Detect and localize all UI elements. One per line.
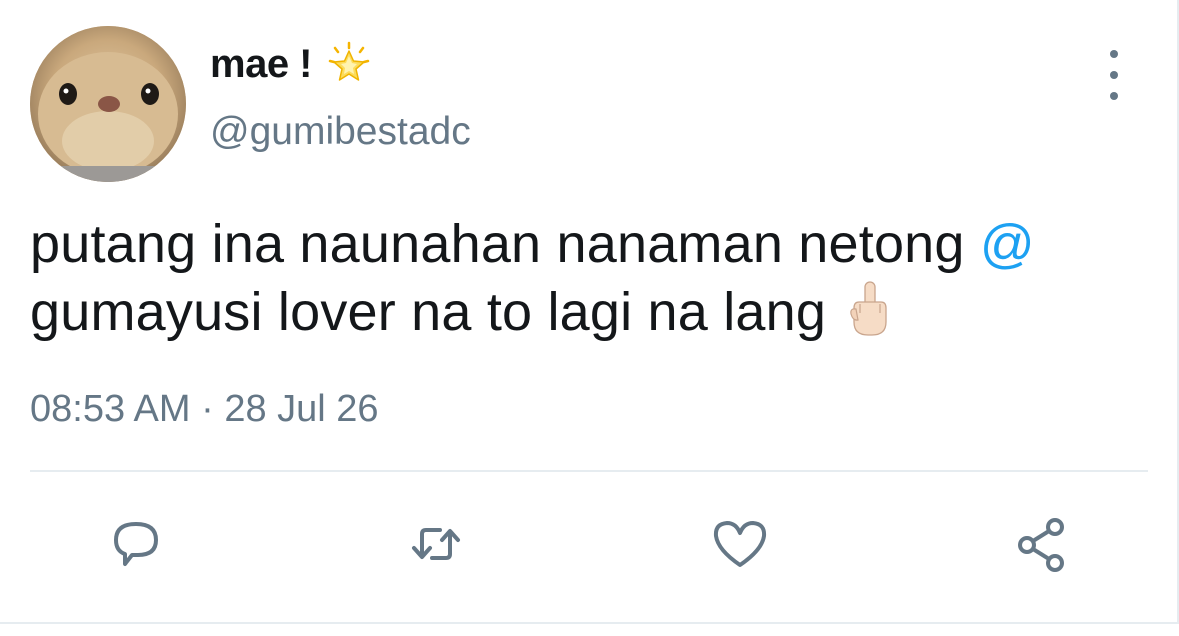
middle-finger-icon: [850, 281, 887, 336]
more-dot-icon: [1110, 50, 1118, 58]
comment-icon: [114, 522, 158, 566]
author-name-row[interactable]: mae !: [210, 38, 372, 90]
divider: [30, 470, 1148, 472]
more-dot-icon: [1110, 71, 1118, 79]
avatar[interactable]: [30, 26, 186, 182]
tweet-text: putang ina naunahan nanaman netong @ gum…: [30, 210, 1140, 346]
tweet-timestamp[interactable]: 08:53 AM · 28 Jul 26: [30, 388, 379, 431]
more-dot-icon: [1110, 92, 1118, 100]
share-icon: [1018, 518, 1064, 572]
share-button[interactable]: [1010, 512, 1074, 576]
display-name[interactable]: mae !: [210, 42, 313, 87]
reply-button[interactable]: [104, 512, 168, 576]
retweet-button[interactable]: [404, 512, 468, 576]
heart-icon: [713, 521, 767, 567]
retweet-icon: [412, 528, 460, 560]
tweet-card: mae ! @gumibestadc putang ina naunahan n…: [0, 0, 1179, 624]
mention-link[interactable]: @: [980, 214, 1035, 274]
avatar-hamster-image: [30, 26, 186, 182]
tweet-text-line2: gumayusi lover na to lagi na lang: [30, 282, 827, 342]
like-button[interactable]: [708, 512, 772, 576]
author-handle[interactable]: @gumibestadc: [210, 110, 471, 154]
more-options-icon[interactable]: [1094, 50, 1134, 100]
glowing-star-icon: [328, 41, 370, 81]
tweet-text-line1: putang ina naunahan nanaman netong: [30, 214, 980, 274]
